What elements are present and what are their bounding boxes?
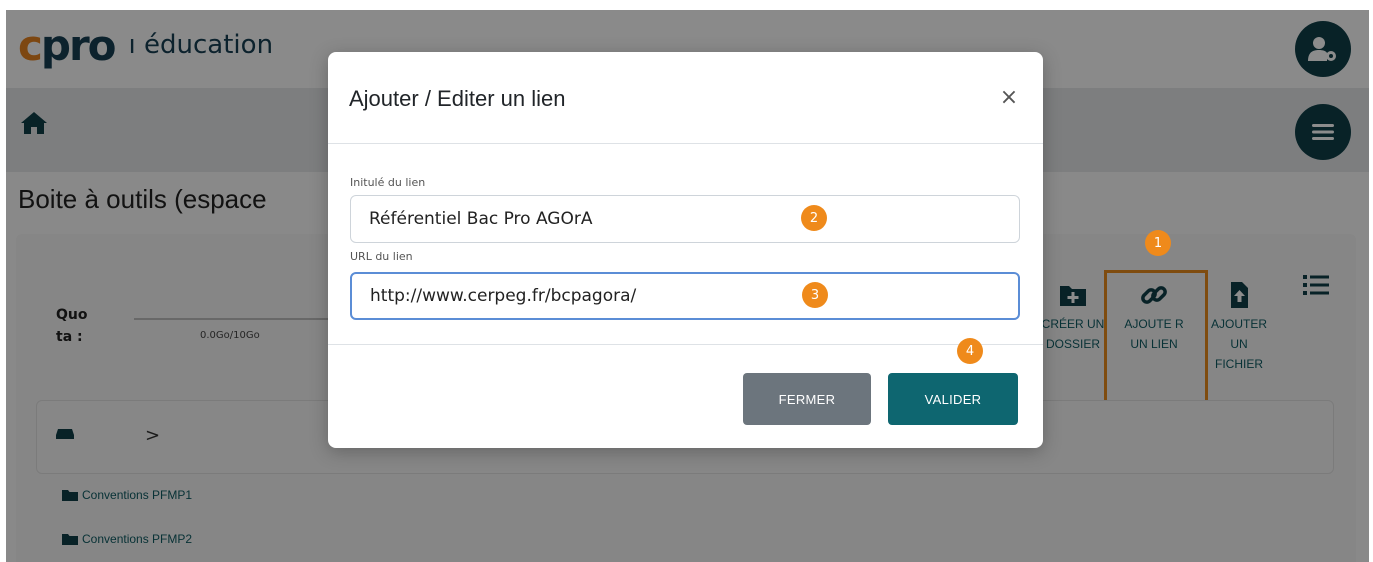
link-url-input[interactable] [350,272,1020,320]
dialog-header: Ajouter / Editer un lien × [328,52,1043,144]
step-badge-3: 3 [802,282,828,308]
step-badge-4: 4 [957,338,983,364]
app-frame: c pro ı éducation Boite à outils (espace… [6,10,1369,562]
close-button[interactable]: FERMER [743,373,871,425]
edit-link-dialog: Ajouter / Editer un lien × Initulé du li… [328,52,1043,448]
link-title-label: Initulé du lien [350,176,426,189]
dialog-title: Ajouter / Editer un lien [349,86,566,111]
step-badge-1: 1 [1145,230,1171,256]
link-url-label: URL du lien [350,250,413,263]
validate-button[interactable]: VALIDER [888,373,1018,425]
close-icon[interactable]: × [998,86,1020,110]
dialog-footer: FERMER VALIDER [328,344,1043,448]
step-badge-2: 2 [801,205,827,231]
link-title-input[interactable] [350,195,1020,243]
